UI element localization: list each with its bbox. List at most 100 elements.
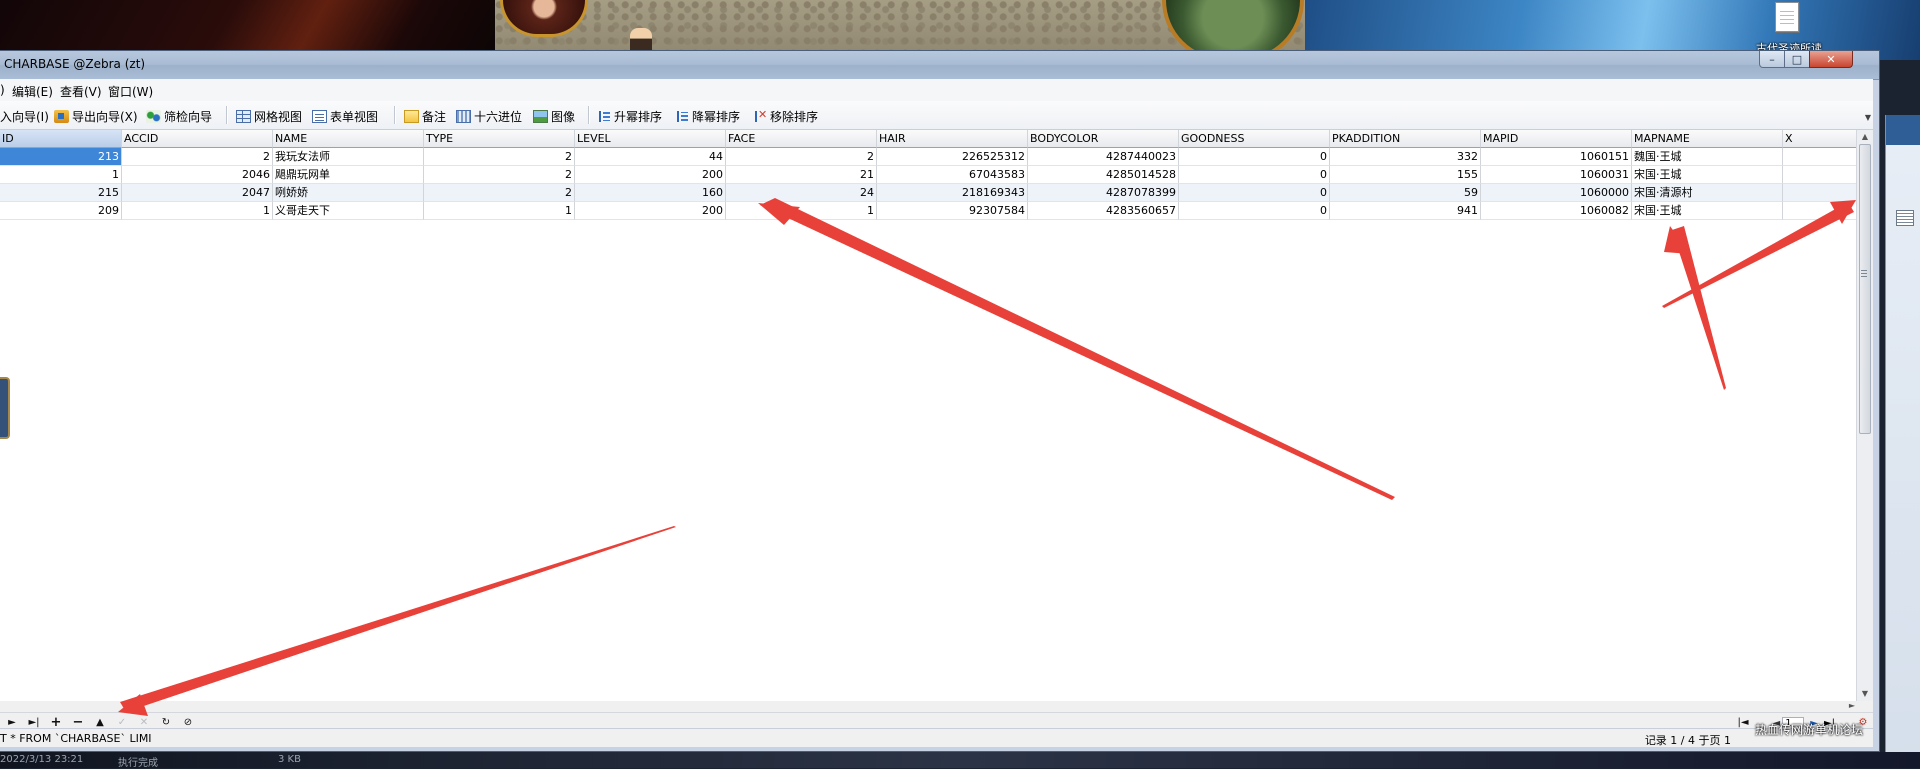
side-panel-handle[interactable] <box>0 377 10 439</box>
grid-view-button[interactable]: 网格视图 <box>236 108 302 125</box>
cell-name[interactable]: 我玩女法师 <box>273 148 424 166</box>
cell-mapid[interactable]: 1060151 <box>1481 148 1632 166</box>
cell-face[interactable]: 2 <box>726 148 877 166</box>
scroll-down-icon[interactable]: ▼ <box>1857 687 1873 701</box>
cell-x[interactable] <box>1783 202 1857 220</box>
cell-bodycolor[interactable]: 4287078399 <box>1028 184 1179 202</box>
cell-x[interactable] <box>1783 166 1857 184</box>
cell-level[interactable]: 200 <box>575 166 726 184</box>
menu-item-edit[interactable]: 编辑(E) <box>12 83 53 100</box>
maximize-button[interactable]: □ <box>1784 51 1810 68</box>
menu-item-file-partial[interactable]: ) <box>0 83 5 97</box>
filter-wizard-button[interactable]: 筛检向导 <box>146 108 212 125</box>
cell-bodycolor[interactable]: 4283560657 <box>1028 202 1179 220</box>
cell-bodycolor[interactable]: 4287440023 <box>1028 148 1179 166</box>
image-button[interactable]: 图像 <box>533 108 575 125</box>
cell-goodness[interactable]: 0 <box>1179 202 1330 220</box>
cell-accid[interactable]: 1 <box>122 202 273 220</box>
cell-face[interactable]: 24 <box>726 184 877 202</box>
scrollbar-thumb[interactable] <box>1859 144 1871 434</box>
vertical-scrollbar[interactable]: ▲ ▼ <box>1856 130 1873 701</box>
memo-button[interactable]: 备注 <box>404 108 446 125</box>
cell-goodness[interactable]: 0 <box>1179 148 1330 166</box>
table-row[interactable]: 209 1 义哥走天下 1 200 1 92307584 4283560657 … <box>0 202 1857 220</box>
cell-level[interactable]: 160 <box>575 184 726 202</box>
table-row[interactable]: 1 2046 飓鼎玩网单 2 200 21 67043583 428501452… <box>0 166 1857 184</box>
remove-sort-button[interactable]: 移除排序 <box>754 108 818 125</box>
column-header-face[interactable]: FACE <box>726 130 877 148</box>
cell-pkaddition[interactable]: 332 <box>1330 148 1481 166</box>
cell-face[interactable]: 21 <box>726 166 877 184</box>
close-button[interactable]: ✕ <box>1809 51 1853 68</box>
cell-type[interactable]: 2 <box>424 166 575 184</box>
cell-mapid[interactable]: 1060000 <box>1481 184 1632 202</box>
cell-pkaddition[interactable]: 155 <box>1330 166 1481 184</box>
cell-accid[interactable]: 2 <box>122 148 273 166</box>
cell-type[interactable]: 2 <box>424 148 575 166</box>
cell-hair[interactable]: 226525312 <box>877 148 1028 166</box>
form-view-button[interactable]: 表单视图 <box>312 108 378 125</box>
cell-mapid[interactable]: 1060031 <box>1481 166 1632 184</box>
minimize-button[interactable]: – <box>1759 51 1785 68</box>
cell-hair[interactable]: 218169343 <box>877 184 1028 202</box>
column-header-level[interactable]: LEVEL <box>575 130 726 148</box>
filter-icon <box>146 110 161 123</box>
cell-hair[interactable]: 92307584 <box>877 202 1028 220</box>
scroll-up-icon[interactable]: ▲ <box>1857 130 1873 144</box>
cell-name[interactable]: 咧娇娇 <box>273 184 424 202</box>
cell-type[interactable]: 1 <box>424 202 575 220</box>
column-header-goodness[interactable]: GOODNESS <box>1179 130 1330 148</box>
desktop-file-icon[interactable] <box>1770 2 1804 36</box>
cell-goodness[interactable]: 0 <box>1179 166 1330 184</box>
title-bar[interactable]: CHARBASE @Zebra (zt) – □ ✕ <box>0 51 1879 80</box>
column-header-mapname[interactable]: MAPNAME <box>1632 130 1783 148</box>
column-header-x[interactable]: X <box>1783 130 1857 148</box>
column-header-mapid[interactable]: MAPID <box>1481 130 1632 148</box>
column-header-accid[interactable]: ACCID <box>122 130 273 148</box>
cell-type[interactable]: 2 <box>424 184 575 202</box>
sort-descending-button[interactable]: 降幂排序 <box>676 108 740 125</box>
column-header-bodycolor[interactable]: BODYCOLOR <box>1028 130 1179 148</box>
sort-ascending-icon <box>598 110 611 123</box>
scroll-right-icon[interactable]: ► <box>1849 701 1855 710</box>
cell-accid[interactable]: 2047 <box>122 184 273 202</box>
cell-id[interactable]: 215 <box>0 184 122 202</box>
column-header-name[interactable]: NAME <box>273 130 424 148</box>
export-wizard-button[interactable]: 导出向导(X) <box>54 108 138 125</box>
cell-id[interactable]: 209 <box>0 202 122 220</box>
sort-ascending-button[interactable]: 升幂排序 <box>598 108 662 125</box>
cell-x[interactable] <box>1783 148 1857 166</box>
column-header-pkaddition[interactable]: PKADDITION <box>1330 130 1481 148</box>
cell-bodycolor[interactable]: 4285014528 <box>1028 166 1179 184</box>
cell-pkaddition[interactable]: 59 <box>1330 184 1481 202</box>
table-row[interactable]: 215 2047 咧娇娇 2 160 24 218169343 42870783… <box>0 184 1857 202</box>
column-header-id[interactable]: ID <box>0 130 122 148</box>
remove-sort-icon <box>754 108 767 123</box>
cell-id[interactable]: 213 <box>0 148 122 166</box>
cell-mapname[interactable]: 宋国·清源村 <box>1632 184 1783 202</box>
menu-item-window[interactable]: 窗口(W) <box>108 83 153 100</box>
cell-hair[interactable]: 67043583 <box>877 166 1028 184</box>
cell-name[interactable]: 飓鼎玩网单 <box>273 166 424 184</box>
cell-pkaddition[interactable]: 941 <box>1330 202 1481 220</box>
table-row[interactable]: 213 2 我玩女法师 2 44 2 226525312 4287440023 … <box>0 148 1857 166</box>
toolbar-overflow-icon[interactable]: ▼ <box>1865 113 1871 122</box>
cell-id[interactable]: 1 <box>0 166 122 184</box>
cell-goodness[interactable]: 0 <box>1179 184 1330 202</box>
cell-mapname[interactable]: 宋国·王城 <box>1632 166 1783 184</box>
hex-button[interactable]: 十六进位 <box>456 108 522 125</box>
cell-mapname[interactable]: 宋国·王城 <box>1632 202 1783 220</box>
cell-accid[interactable]: 2046 <box>122 166 273 184</box>
cell-name[interactable]: 义哥走天下 <box>273 202 424 220</box>
menu-item-view[interactable]: 查看(V) <box>60 83 102 100</box>
column-header-hair[interactable]: HAIR <box>877 130 1028 148</box>
column-header-type[interactable]: TYPE <box>424 130 575 148</box>
cell-mapname[interactable]: 魏国·王城 <box>1632 148 1783 166</box>
cell-mapid[interactable]: 1060082 <box>1481 202 1632 220</box>
cell-level[interactable]: 200 <box>575 202 726 220</box>
cell-x[interactable] <box>1783 184 1857 202</box>
cell-face[interactable]: 1 <box>726 202 877 220</box>
import-wizard-button[interactable]: 入向导(I) <box>0 108 49 125</box>
cell-level[interactable]: 44 <box>575 148 726 166</box>
grid-view-label: 网格视图 <box>254 110 303 124</box>
